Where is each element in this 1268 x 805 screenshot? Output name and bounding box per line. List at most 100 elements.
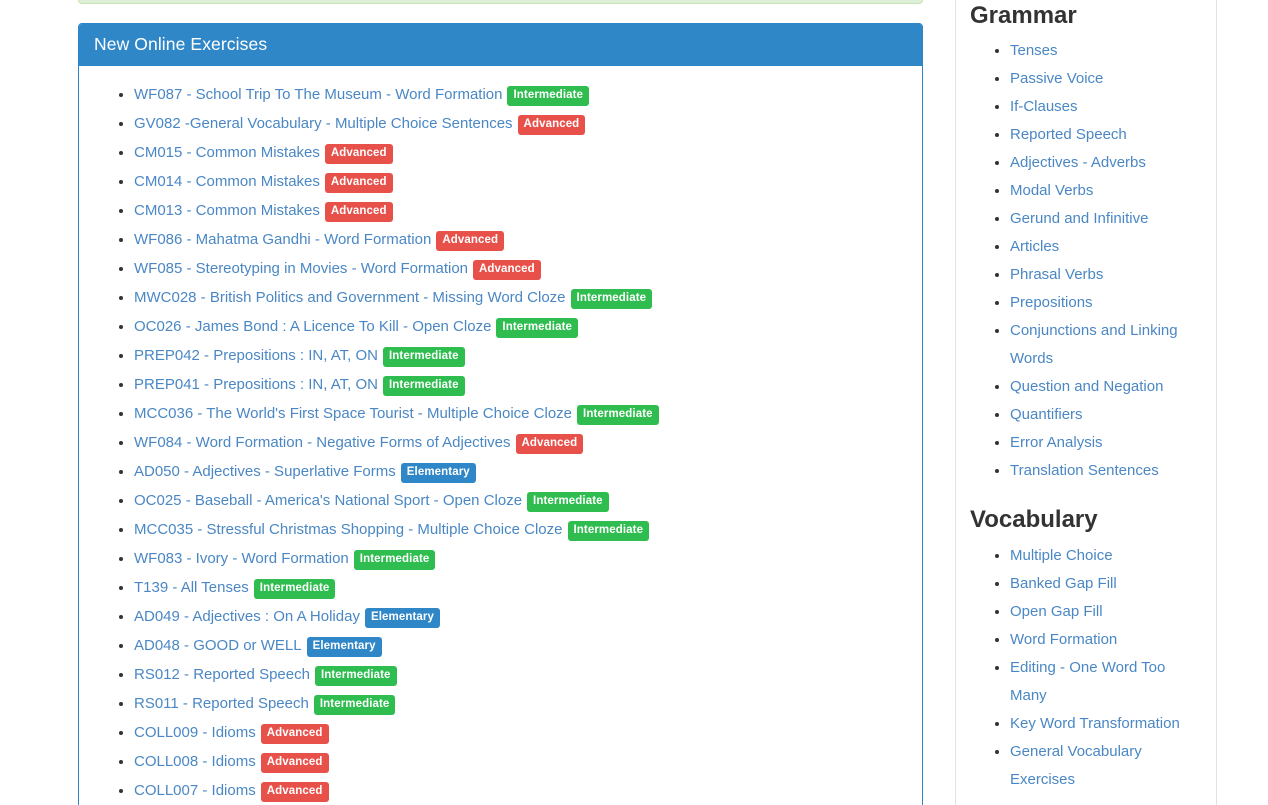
exercise-link[interactable]: RS011 - Reported Speech <box>134 695 309 712</box>
grammar-link[interactable]: Conjunctions and Linking Words <box>1010 322 1178 367</box>
vocabulary-link-list: Multiple Choice Banked Gap Fill Open Gap F… <box>970 542 1202 794</box>
level-badge: Elementary <box>401 463 476 483</box>
grammar-list-item: Gerund and Infinitive <box>1010 205 1202 233</box>
grammar-vocabulary-card: Grammar Tenses Passive Voice If-Clauses Rep… <box>955 0 1217 805</box>
level-badge: Advanced <box>436 231 504 251</box>
grammar-link[interactable]: Gerund and Infinitive <box>1010 210 1148 227</box>
vocabulary-list-item: Open Gap Fill <box>1010 598 1202 626</box>
main-content-column: New Online Exercises WF087 - School Trip… <box>78 23 923 805</box>
grammar-link[interactable]: If-Clauses <box>1010 98 1078 115</box>
exercise-link[interactable]: T139 - All Tenses <box>134 579 249 596</box>
level-badge: Elementary <box>307 637 382 657</box>
exercise-link[interactable]: WF087 - School Trip To The Museum - Word… <box>134 86 502 103</box>
grammar-link[interactable]: Passive Voice <box>1010 70 1103 87</box>
grammar-list-item: Translation Sentences <box>1010 457 1202 485</box>
level-badge: Advanced <box>473 260 541 280</box>
grammar-list-item: Error Analysis <box>1010 429 1202 457</box>
grammar-link[interactable]: Error Analysis <box>1010 434 1103 451</box>
exercise-link[interactable]: COLL009 - Idioms <box>134 724 256 741</box>
exercise-list-item: COLL007 - Idioms Advanced <box>134 776 907 805</box>
level-badge: Advanced <box>518 115 586 135</box>
level-badge: Advanced <box>261 724 329 744</box>
vocabulary-list-item: Key Word Transformation <box>1010 710 1202 738</box>
exercise-link[interactable]: PREP041 - Prepositions : IN, AT, ON <box>134 376 378 393</box>
exercise-link[interactable]: AD048 - GOOD or WELL <box>134 637 302 654</box>
level-badge: Advanced <box>516 434 584 454</box>
exercise-list-item: WF083 - Ivory - Word Formation Intermedia… <box>134 544 907 573</box>
grammar-link[interactable]: Reported Speech <box>1010 126 1127 143</box>
exercise-link[interactable]: COLL008 - Idioms <box>134 753 256 770</box>
exercise-link[interactable]: MCC035 - Stressful Christmas Shopping - … <box>134 521 563 538</box>
grammar-link[interactable]: Quantifiers <box>1010 406 1083 423</box>
vocabulary-list-item: General Vocabulary Exercises <box>1010 738 1202 794</box>
vocabulary-list-item: Banked Gap Fill <box>1010 570 1202 598</box>
exercise-list-item: OC026 - James Bond : A Licence To Kill -… <box>134 312 907 341</box>
grammar-link[interactable]: Question and Negation <box>1010 378 1163 395</box>
vocabulary-link[interactable]: Key Word Transformation <box>1010 715 1180 732</box>
exercise-list-item: RS012 - Reported SpeechIntermediate <box>134 660 907 689</box>
exercise-list-item: GV082 -General Vocabulary - Multiple Cho… <box>134 109 907 138</box>
exercise-list-item: MWC028 - British Politics and Government… <box>134 283 907 312</box>
grammar-link[interactable]: Modal Verbs <box>1010 182 1093 199</box>
grammar-list-item: Passive Voice <box>1010 65 1202 93</box>
exercise-link[interactable]: MCC036 - The World's First Space Tourist… <box>134 405 572 422</box>
exercise-list-item: MCC036 - The World's First Space Tourist… <box>134 399 907 428</box>
exercise-list: WF087 - School Trip To The Museum - Word… <box>94 80 907 805</box>
exercise-link[interactable]: CM014 - Common Mistakes <box>134 173 320 190</box>
exercise-link[interactable]: MWC028 - British Politics and Government… <box>134 289 566 306</box>
level-badge: Intermediate <box>577 405 659 425</box>
grammar-link[interactable]: Tenses <box>1010 42 1058 59</box>
grammar-link[interactable]: Adjectives - Adverbs <box>1010 154 1146 171</box>
vocabulary-link[interactable]: General Vocabulary Exercises <box>1010 743 1142 788</box>
grammar-section-title: Grammar <box>970 3 1202 29</box>
level-badge: Advanced <box>261 753 329 773</box>
vocabulary-list-item: Word Formation <box>1010 626 1202 654</box>
grammar-list-item: Quantifiers <box>1010 401 1202 429</box>
exercise-list-item: PREP041 - Prepositions : IN, AT, ON Inter… <box>134 370 907 399</box>
exercise-link[interactable]: CM013 - Common Mistakes <box>134 202 320 219</box>
level-badge: Intermediate <box>254 579 336 599</box>
level-badge: Intermediate <box>354 550 436 570</box>
grammar-list-item: Adjectives - Adverbs <box>1010 149 1202 177</box>
grammar-list-item: If-Clauses <box>1010 93 1202 121</box>
exercise-link[interactable]: OC025 - Baseball - America's National Sp… <box>134 492 522 509</box>
grammar-link[interactable]: Prepositions <box>1010 294 1093 311</box>
exercise-list-item: CM014 - Common Mistakes Advanced <box>134 167 907 196</box>
exercise-link[interactable]: GV082 -General Vocabulary - Multiple Cho… <box>134 115 513 132</box>
exercise-link[interactable]: WF085 - Stereotyping in Movies - Word Fo… <box>134 260 468 277</box>
vocabulary-section-title: Vocabulary <box>970 507 1202 533</box>
vocabulary-list-item: Editing - One Word Too Many <box>1010 654 1202 710</box>
grammar-list-item: Modal Verbs <box>1010 177 1202 205</box>
exercise-link[interactable]: COLL007 - Idioms <box>134 782 256 799</box>
vocabulary-link[interactable]: Editing - One Word Too Many <box>1010 659 1165 704</box>
exercise-link[interactable]: CM015 - Common Mistakes <box>134 144 320 161</box>
exercise-link[interactable]: RS012 - Reported Speech <box>134 666 310 683</box>
exercise-list-item: WF084 - Word Formation - Negative Forms … <box>134 428 907 457</box>
exercise-link[interactable]: OC026 - James Bond : A Licence To Kill -… <box>134 318 491 335</box>
exercise-link[interactable]: WF086 - Mahatma Gandhi - Word Formation <box>134 231 431 248</box>
grammar-list-item: Reported Speech <box>1010 121 1202 149</box>
grammar-link[interactable]: Translation Sentences <box>1010 462 1159 479</box>
vocabulary-link[interactable]: Banked Gap Fill <box>1010 575 1117 592</box>
exercise-link[interactable]: AD050 - Adjectives - Superlative Forms <box>134 463 396 480</box>
exercise-link[interactable]: WF083 - Ivory - Word Formation <box>134 550 349 567</box>
exercise-list-item: MCC035 - Stressful Christmas Shopping - … <box>134 515 907 544</box>
grammar-list-item: Phrasal Verbs <box>1010 261 1202 289</box>
grammar-link-list: Tenses Passive Voice If-Clauses Reported Sp… <box>970 37 1202 485</box>
level-badge: Advanced <box>325 173 393 193</box>
exercise-link[interactable]: WF084 - Word Formation - Negative Forms … <box>134 434 511 451</box>
vocabulary-list-item: Multiple Choice <box>1010 542 1202 570</box>
level-badge: Intermediate <box>383 376 465 396</box>
vocabulary-link[interactable]: Multiple Choice <box>1010 547 1113 564</box>
grammar-link[interactable]: Articles <box>1010 238 1059 255</box>
level-badge: Advanced <box>261 782 329 802</box>
vocabulary-link[interactable]: Open Gap Fill <box>1010 603 1103 620</box>
success-alert-remnant <box>78 0 923 4</box>
level-badge: Intermediate <box>568 521 650 541</box>
exercise-link[interactable]: PREP042 - Prepositions : IN, AT, ON <box>134 347 378 364</box>
grammar-list-item: Tenses <box>1010 37 1202 65</box>
grammar-list-item: Question and Negation <box>1010 373 1202 401</box>
exercise-link[interactable]: AD049 - Adjectives : On A Holiday <box>134 608 360 625</box>
grammar-link[interactable]: Phrasal Verbs <box>1010 266 1103 283</box>
vocabulary-link[interactable]: Word Formation <box>1010 631 1117 648</box>
